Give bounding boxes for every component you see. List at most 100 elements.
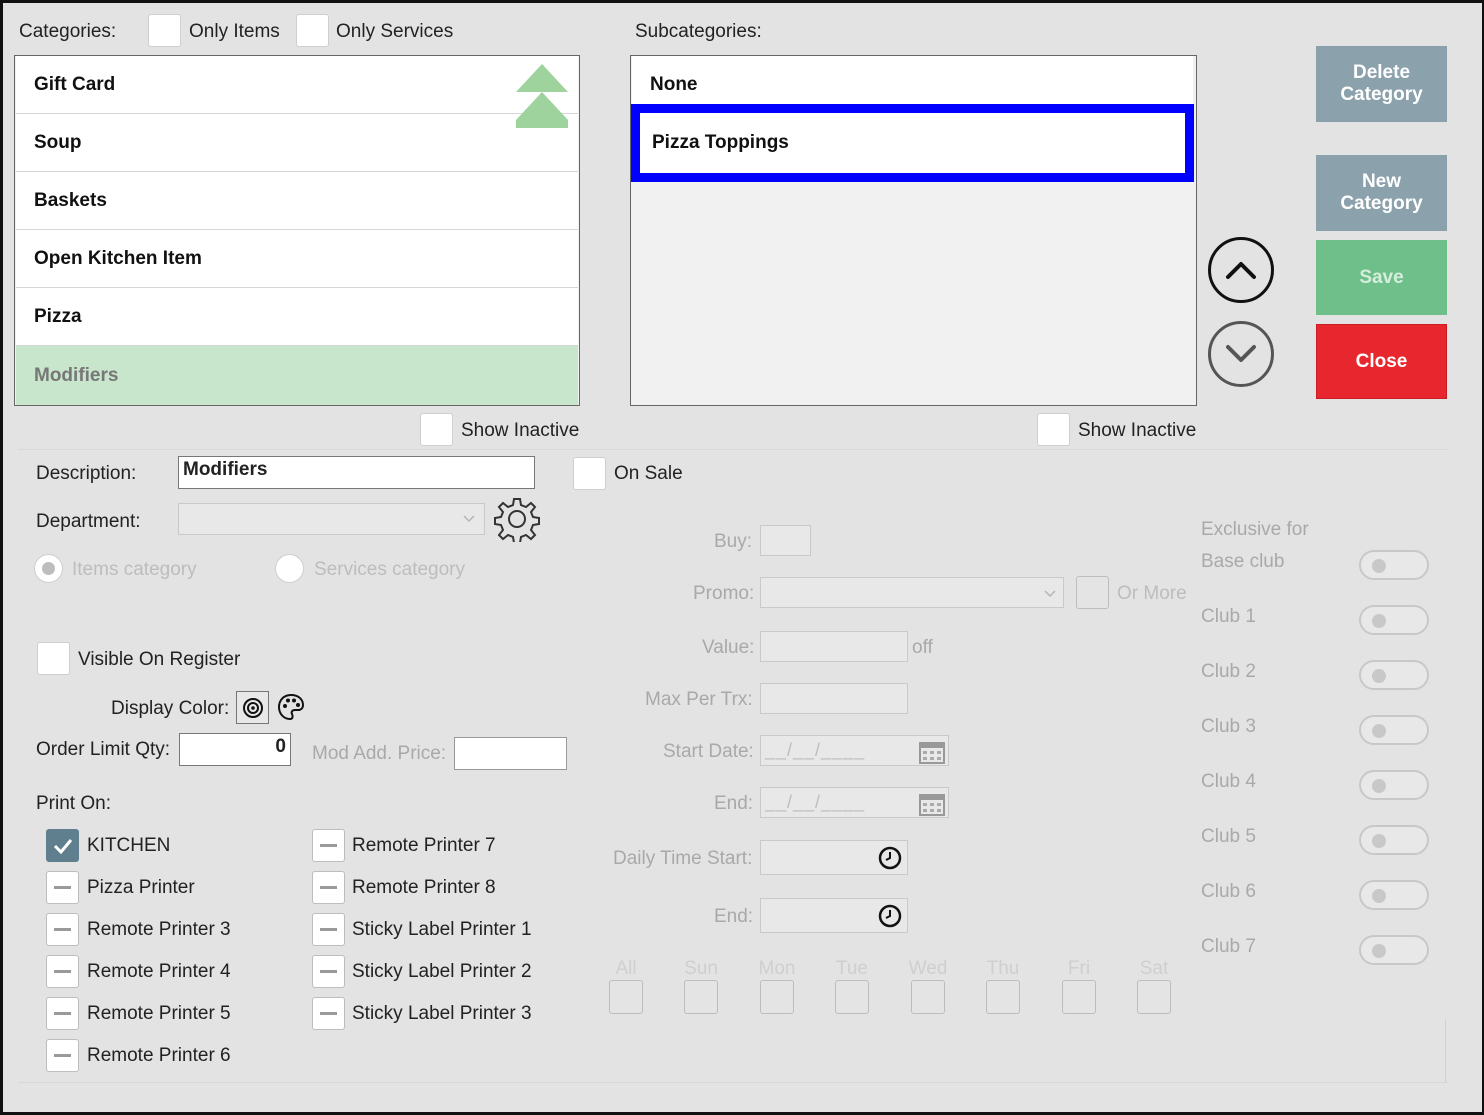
off-label: off <box>912 637 933 658</box>
club-label: Base club <box>1201 551 1285 572</box>
printer-label: Remote Printer 6 <box>87 1045 231 1066</box>
day-checkbox-fri[interactable] <box>1062 980 1096 1014</box>
printer-checkbox[interactable] <box>46 1039 79 1072</box>
club-toggle[interactable] <box>1359 770 1429 800</box>
club-toggle[interactable] <box>1359 550 1429 580</box>
printer-checkbox-kitchen[interactable] <box>46 829 79 862</box>
description-label: Description: <box>36 463 137 484</box>
only-items-checkbox[interactable] <box>148 14 181 47</box>
category-row[interactable]: Open Kitchen Item <box>16 230 578 288</box>
scroll-top-icon[interactable] <box>515 62 569 130</box>
day-label: Tue <box>835 958 869 979</box>
visible-on-register-label: Visible On Register <box>78 649 241 670</box>
calendar-icon[interactable] <box>918 739 946 765</box>
color-swatch-button[interactable] <box>236 691 269 724</box>
palette-icon[interactable] <box>276 692 306 722</box>
subcategories-label: Subcategories: <box>635 21 762 42</box>
printer-label: Remote Printer 5 <box>87 1003 231 1024</box>
day-checkbox-sun[interactable] <box>684 980 718 1014</box>
printer-checkbox[interactable] <box>312 871 345 904</box>
club-toggle[interactable] <box>1359 825 1429 855</box>
day-label: Mon <box>758 958 796 979</box>
only-services-checkbox[interactable] <box>296 14 329 47</box>
category-row[interactable]: Pizza <box>16 288 578 346</box>
or-more-checkbox[interactable] <box>1076 576 1109 609</box>
dropdown-arrow-icon <box>1044 590 1056 598</box>
chevron-down-icon <box>1226 345 1256 362</box>
buy-input[interactable] <box>760 525 811 556</box>
new-category-button[interactable]: New Category <box>1316 155 1447 231</box>
club-toggle[interactable] <box>1359 605 1429 635</box>
date-placeholder: __/__/____ <box>765 792 866 812</box>
promo-label: Promo: <box>693 583 755 604</box>
club-toggle[interactable] <box>1359 935 1429 965</box>
order-limit-input[interactable]: 0 <box>179 733 291 766</box>
department-select[interactable] <box>178 503 485 535</box>
start-date-input[interactable]: __/__/____ <box>760 735 949 766</box>
exclusive-for-label: Exclusive for <box>1201 519 1309 540</box>
printer-checkbox[interactable] <box>312 913 345 946</box>
display-color-label: Display Color: <box>111 698 230 719</box>
visible-on-register-checkbox[interactable] <box>37 642 70 675</box>
category-row-selected[interactable]: Modifiers <box>16 346 578 405</box>
on-sale-label: On Sale <box>614 463 683 484</box>
move-down-button[interactable] <box>1208 321 1274 387</box>
printer-checkbox[interactable] <box>46 913 79 946</box>
printer-checkbox[interactable] <box>46 871 79 904</box>
club-toggle[interactable] <box>1359 880 1429 910</box>
club-toggle[interactable] <box>1359 715 1429 745</box>
promo-select[interactable] <box>760 577 1064 608</box>
daily-time-end-input[interactable] <box>760 898 908 933</box>
or-more-label: Or More <box>1117 583 1187 604</box>
printer-label: Sticky Label Printer 2 <box>352 961 532 982</box>
print-on-label: Print On: <box>36 793 111 814</box>
subcategories-list[interactable]: None Pizza Toppings <box>630 55 1197 406</box>
services-category-radio[interactable] <box>275 554 304 583</box>
club-label: Club 2 <box>1201 661 1256 682</box>
category-row[interactable]: Soup <box>16 114 578 172</box>
club-toggle[interactable] <box>1359 660 1429 690</box>
calendar-icon[interactable] <box>918 791 946 817</box>
subcategory-row-selected[interactable]: Pizza Toppings <box>631 104 1194 182</box>
printer-checkbox[interactable] <box>312 997 345 1030</box>
show-inactive-categories-checkbox[interactable] <box>420 413 453 446</box>
day-checkbox-tue[interactable] <box>835 980 869 1014</box>
printer-label: KITCHEN <box>87 835 171 856</box>
on-sale-checkbox[interactable] <box>573 457 606 490</box>
category-row[interactable]: Gift Card <box>16 56 578 114</box>
daily-time-start-input[interactable] <box>760 840 908 875</box>
save-button[interactable]: Save <box>1316 240 1447 315</box>
mod-add-price-input[interactable] <box>454 737 567 770</box>
day-checkbox-all[interactable] <box>609 980 643 1014</box>
delete-category-button[interactable]: Delete Category <box>1316 46 1447 122</box>
clock-icon[interactable] <box>878 904 902 928</box>
printer-label: Remote Printer 4 <box>87 961 231 982</box>
printer-checkbox[interactable] <box>312 829 345 862</box>
club-label: Club 7 <box>1201 936 1256 957</box>
clock-icon[interactable] <box>878 846 902 870</box>
move-up-button[interactable] <box>1208 237 1274 303</box>
printer-checkbox[interactable] <box>46 955 79 988</box>
day-checkbox-sat[interactable] <box>1137 980 1171 1014</box>
printer-label: Remote Printer 3 <box>87 919 231 940</box>
gear-icon[interactable] <box>494 496 540 542</box>
show-inactive-subcategories-checkbox[interactable] <box>1037 413 1070 446</box>
only-services-label: Only Services <box>336 21 454 42</box>
end-date-input[interactable]: __/__/____ <box>760 787 949 818</box>
description-input[interactable]: Modifiers <box>178 456 535 489</box>
items-category-radio[interactable] <box>34 554 63 583</box>
club-label: Club 4 <box>1201 771 1256 792</box>
printer-checkbox[interactable] <box>312 955 345 988</box>
day-checkbox-wed[interactable] <box>911 980 945 1014</box>
max-per-trx-input[interactable] <box>760 683 908 714</box>
categories-list[interactable]: Gift Card Soup Baskets Open Kitchen Item… <box>14 55 580 406</box>
value-input[interactable] <box>760 631 908 662</box>
printer-checkbox[interactable] <box>46 997 79 1030</box>
mod-add-price-label: Mod Add. Price: <box>312 743 447 764</box>
close-button[interactable]: Close <box>1316 324 1447 399</box>
order-limit-label: Order Limit Qty: <box>36 739 171 760</box>
day-label: Wed <box>908 958 948 979</box>
day-checkbox-thu[interactable] <box>986 980 1020 1014</box>
category-row[interactable]: Baskets <box>16 172 578 230</box>
day-checkbox-mon[interactable] <box>760 980 794 1014</box>
